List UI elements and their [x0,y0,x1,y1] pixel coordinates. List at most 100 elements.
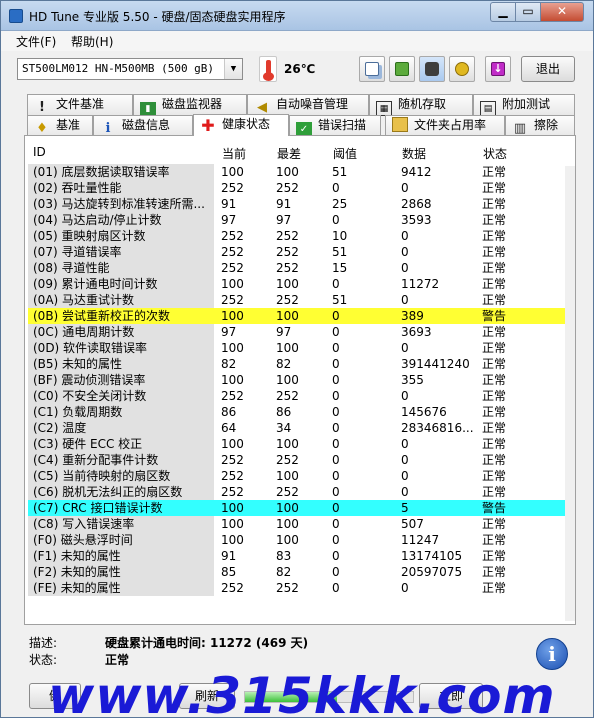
worst-value: 252 [276,245,299,259]
data-value: 0 [401,181,409,195]
col-header-data[interactable]: 数据 [402,145,426,162]
tab-folder-usage[interactable]: 文件夹占用率 [385,115,505,136]
app-icon [9,9,23,23]
col-header-threshold[interactable]: 阈值 [333,145,357,162]
table-row[interactable]: (07) 寻道错误率 252 252 51 0 正常 [28,244,565,260]
table-row[interactable]: (02) 吞吐量性能 252 252 0 0 正常 [28,180,565,196]
table-row[interactable]: (0D) 软件读取错误率 100 100 0 0 正常 [28,340,565,356]
worst-value: 86 [276,405,292,419]
tab-extra-tests[interactable]: ▤ 附加测试 [473,94,575,116]
camera-icon [425,62,439,76]
data-value: 28346816... [401,421,474,435]
worst-value: 100 [276,277,299,291]
drive-select[interactable]: ST500LM012 HN-M500MB (500 gB) ▼ [17,58,243,80]
attribute-name: (F0) 磁头悬浮时间 [28,532,214,548]
table-row[interactable]: (05) 重映射扇区计数 252 252 10 0 正常 [28,228,565,244]
worst-value: 252 [276,293,299,307]
tab-disk-info[interactable]: i 磁盘信息 [93,115,193,136]
minimize-button[interactable]: ▁ [490,2,516,22]
table-row[interactable]: (C1) 负载周期数 86 86 0 145676 正常 [28,404,565,420]
data-value: 0 [401,229,409,243]
screenshot-button[interactable] [419,56,445,82]
table-row[interactable]: (C2) 温度 64 34 0 28346816... 正常 [28,420,565,436]
data-value: 355 [401,373,424,387]
threshold-value: 0 [332,549,340,563]
threshold-value: 0 [332,213,340,227]
table-row[interactable]: (F1) 未知的属性 91 83 0 13174105 正常 [28,548,565,564]
table-row[interactable]: (C6) 脱机无法纠正的扇区数 252 252 0 0 正常 [28,484,565,500]
table-row[interactable]: (BF) 震动侦测错误率 100 100 0 355 正常 [28,372,565,388]
table-row[interactable]: (F0) 磁头悬浮时间 100 100 0 11247 正常 [28,532,565,548]
threshold-value: 25 [332,197,348,211]
menu-file[interactable]: 文件(F) [16,33,56,50]
status-value: 正常 [482,485,507,499]
table-row[interactable]: (01) 底层数据读取错误率 100 100 51 9412 正常 [28,164,565,180]
worst-value: 252 [276,453,299,467]
col-header-id[interactable]: ID [33,145,46,159]
chevron-down-icon[interactable]: ▼ [224,59,242,79]
threshold-value: 0 [332,277,340,291]
table-row[interactable]: (09) 累计通电时间计数 100 100 0 11272 正常 [28,276,565,292]
worst-value: 97 [276,325,292,339]
table-row[interactable]: (C0) 不安全关闭计数 252 252 0 0 正常 [28,388,565,404]
col-header-status[interactable]: 状态 [483,145,507,162]
copy-info-button[interactable] [359,56,385,82]
save-button[interactable]: ↓ [485,56,511,82]
col-header-worst[interactable]: 最差 [277,145,301,162]
tab-error-scan[interactable]: ✓ 错误扫描 [289,115,381,137]
tab-erase[interactable]: ▥ 擦除 [505,115,575,136]
tab-benchmark[interactable]: ♦ 基准 [27,115,93,136]
threshold-value: 0 [332,357,340,371]
tab-health[interactable]: ✚ 健康状态 [193,114,289,136]
thermometer-icon [259,56,277,82]
col-header-current[interactable]: 当前 [222,145,246,162]
title-bar[interactable]: HD Tune 专业版 5.50 - 硬盘/固态硬盘实用程序 ▁ ▭ ✕ [1,1,593,31]
tab-disk-monitor[interactable]: ▮ 磁盘监视器 [133,94,247,117]
table-row[interactable]: (C8) 写入错误速率 100 100 0 507 正常 [28,516,565,532]
attribute-name: (C8) 写入错误速率 [28,516,214,532]
attribute-name: (BF) 震动侦测错误率 [28,372,214,388]
info-button[interactable]: i [536,638,568,670]
status-value: 正常 [482,277,507,291]
table-row[interactable]: (FE) 未知的属性 252 252 0 0 正常 [28,580,565,596]
current-value: 252 [221,181,244,195]
worst-value: 252 [276,181,299,195]
table-row[interactable]: (C4) 重新分配事件计数 252 252 0 0 正常 [28,452,565,468]
maximize-button[interactable]: ▭ [515,2,541,22]
data-value: 0 [401,341,409,355]
table-row[interactable]: (08) 寻道性能 252 252 15 0 正常 [28,260,565,276]
tab-file-benchmark[interactable]: ! 文件基准 [27,94,133,115]
table-row[interactable]: (C5) 当前待映射的扇区数 252 100 0 0 正常 [28,468,565,484]
current-value: 85 [221,565,237,579]
table-row[interactable]: (B5) 未知的属性 82 82 0 391441240 正常 [28,356,565,372]
tab-aam[interactable]: ◀ 自动噪音管理 [247,94,369,115]
table-row[interactable]: (C3) 硬件 ECC 校正 100 100 0 0 正常 [28,436,565,452]
worst-value: 100 [276,533,299,547]
copy-screen-button[interactable] [389,56,415,82]
table-row[interactable]: (0B) 尝试重新校正的次数 100 100 0 389 警告 [28,308,565,324]
attribute-name: (0D) 软件读取错误率 [28,340,214,356]
threshold-value: 0 [332,469,340,483]
options-button[interactable] [449,56,475,82]
worst-value: 100 [276,309,299,323]
status-value: 正常 [482,341,507,355]
table-row[interactable]: (03) 马达旋转到标准转速所需... 91 91 25 2868 正常 [28,196,565,212]
table-row[interactable]: (C7) CRC 接口错误计数 100 100 0 5 警告 [28,500,565,516]
status-value: 正常 [482,357,507,371]
tab-random-access[interactable]: ▦ 随机存取 [369,94,473,116]
threshold-value: 0 [332,581,340,595]
table-row[interactable]: (0C) 通电周期计数 97 97 0 3693 正常 [28,324,565,340]
close-button[interactable]: ✕ [540,2,584,22]
threshold-value: 0 [332,373,340,387]
worst-value: 100 [276,165,299,179]
table-row[interactable]: (F2) 未知的属性 85 82 0 20597075 正常 [28,564,565,580]
vertical-scrollbar[interactable] [565,166,575,621]
current-value: 64 [221,421,237,435]
exit-button[interactable]: 退出 [521,56,575,82]
menu-help[interactable]: 帮助(H) [71,33,113,50]
worst-value: 82 [276,357,292,371]
table-row[interactable]: (04) 马达启动/停止计数 97 97 0 3593 正常 [28,212,565,228]
data-value: 3593 [401,213,432,227]
attribute-name: (C1) 负载周期数 [28,404,214,420]
table-row[interactable]: (0A) 马达重试计数 252 252 51 0 正常 [28,292,565,308]
